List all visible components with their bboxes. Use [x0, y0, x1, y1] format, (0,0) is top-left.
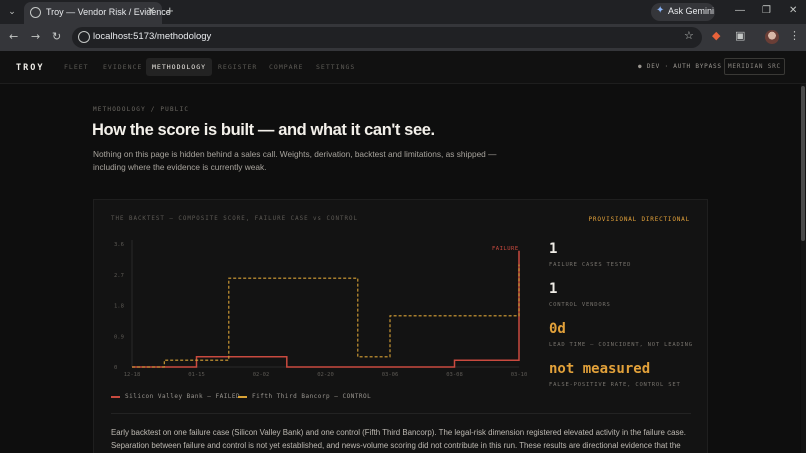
reload-icon[interactable]: ↻	[52, 30, 61, 43]
window-close-icon[interactable]: ✕	[789, 5, 797, 16]
legend-failed: Silicon Valley Bank — FAILED	[125, 393, 241, 400]
nav-register[interactable]: REGISTER	[218, 63, 257, 71]
y-tick-label: 3.6	[114, 242, 124, 248]
browser-toolbar: ← → ↻ localhost:5173/methodology ☆ ◆ ▣ ⋮	[0, 24, 806, 51]
page-lede: Nothing on this page is hidden behind a …	[93, 149, 497, 172]
panel-divider	[111, 413, 691, 414]
dev-auth-bypass-flag: ● DEV · AUTH BYPASS	[638, 63, 722, 70]
x-tick-label: 12-18	[124, 372, 141, 378]
series-line-control	[132, 264, 520, 368]
backtest-panel: THE BACKTEST — COMPOSITE SCORE, FAILURE …	[93, 199, 708, 453]
bookmark-star-icon[interactable]: ☆	[684, 29, 694, 42]
stat-false-positive-value: not measured	[549, 361, 651, 377]
globe-icon	[30, 7, 41, 18]
more-menu-icon[interactable]: ⋮	[789, 29, 800, 42]
nav-settings[interactable]: SETTINGS	[316, 63, 355, 71]
stat-false-positive-label: FALSE-POSITIVE RATE, CONTROL SET	[549, 382, 681, 388]
y-tick-label: 0	[114, 365, 117, 371]
extensions-puzzle-icon[interactable]: ▣	[735, 29, 745, 42]
ask-gemini-button[interactable]: ✦ Ask Gemini	[651, 3, 715, 21]
stat-control-vendors-value: 1	[549, 281, 558, 297]
legend-swatch-failed	[111, 396, 120, 398]
series-line-failed	[132, 250, 520, 368]
legend-swatch-control	[238, 396, 247, 398]
x-tick-label: 03-08	[446, 372, 463, 378]
back-arrow-icon[interactable]: ←	[9, 30, 18, 43]
x-tick-label: 01-15	[188, 372, 205, 378]
tab-close-icon[interactable]: ✕	[147, 6, 155, 17]
stat-failure-cases-label: FAILURE CASES TESTED	[549, 262, 632, 268]
extension-fox-icon[interactable]: ◆	[712, 29, 720, 42]
new-tab-button[interactable]: +	[166, 3, 174, 18]
tab-search-icon[interactable]: ⌄	[4, 4, 20, 20]
stat-lead-time-label: LEAD TIME — COINCIDENT, NOT LEADING	[549, 342, 693, 348]
address-bar[interactable]: localhost:5173/methodology ☆	[72, 27, 702, 48]
gemini-sparkle-icon: ✦	[656, 5, 665, 16]
stat-failure-cases-value: 1	[549, 241, 558, 257]
meridian-src-button[interactable]: MERIDIAN SRC	[724, 58, 785, 75]
nav-evidence[interactable]: EVIDENCE	[103, 63, 142, 71]
y-tick-label: 1.8	[114, 304, 124, 310]
x-tick-label: 02-20	[317, 372, 334, 378]
brand-logo[interactable]: TROY	[16, 63, 44, 73]
minimize-icon[interactable]: —	[735, 5, 745, 16]
nav-fleet[interactable]: FLEET	[64, 63, 89, 71]
browser-tab-strip: ⌄ Troy — Vendor Risk / Evidence ✕ + ✦ As…	[0, 0, 806, 24]
y-tick-label: 0.9	[114, 334, 124, 340]
y-tick-label: 2.7	[114, 273, 124, 279]
breadcrumb: METHODOLOGY / PUBLIC	[93, 106, 190, 113]
address-url[interactable]: localhost:5173/methodology	[93, 31, 211, 42]
page-title: How the score is built — and what it can…	[92, 121, 435, 139]
stat-control-vendors-label: CONTROL VENDORS	[549, 302, 611, 308]
site-info-icon[interactable]	[78, 31, 90, 43]
nav-compare[interactable]: COMPARE	[269, 63, 303, 71]
provisional-badge: PROVISIONAL DIRECTIONAL	[588, 216, 690, 223]
browser-tab[interactable]: Troy — Vendor Risk / Evidence ✕	[24, 2, 171, 24]
x-tick-label: 03-10	[511, 372, 528, 378]
restore-icon[interactable]: ❐	[762, 5, 771, 16]
ask-gemini-label: Ask Gemini	[668, 6, 715, 16]
page-scrollbar-thumb[interactable]	[801, 86, 805, 241]
forward-arrow-icon[interactable]: →	[31, 30, 40, 43]
legend-control: Fifth Third Bancorp — CONTROL	[252, 393, 372, 400]
backtest-chart: 0 0.9 1.8 2.7 3.6 12-18 01-15 02-02 02-20 03-06 03…	[114, 240, 528, 378]
backtest-explanation: Early backtest on one failure case (Sili…	[111, 428, 686, 450]
stat-lead-time-value: 0d	[549, 321, 566, 337]
nav-methodology[interactable]: METHODOLOGY	[146, 58, 213, 76]
x-tick-label: 03-06	[382, 372, 399, 378]
app-navbar: TROY FLEET EVIDENCE METHODOLOGY REGISTER…	[0, 51, 806, 84]
failure-marker-label: FAILURE	[492, 246, 519, 252]
x-tick-label: 02-02	[253, 372, 270, 378]
profile-avatar[interactable]	[765, 30, 779, 44]
